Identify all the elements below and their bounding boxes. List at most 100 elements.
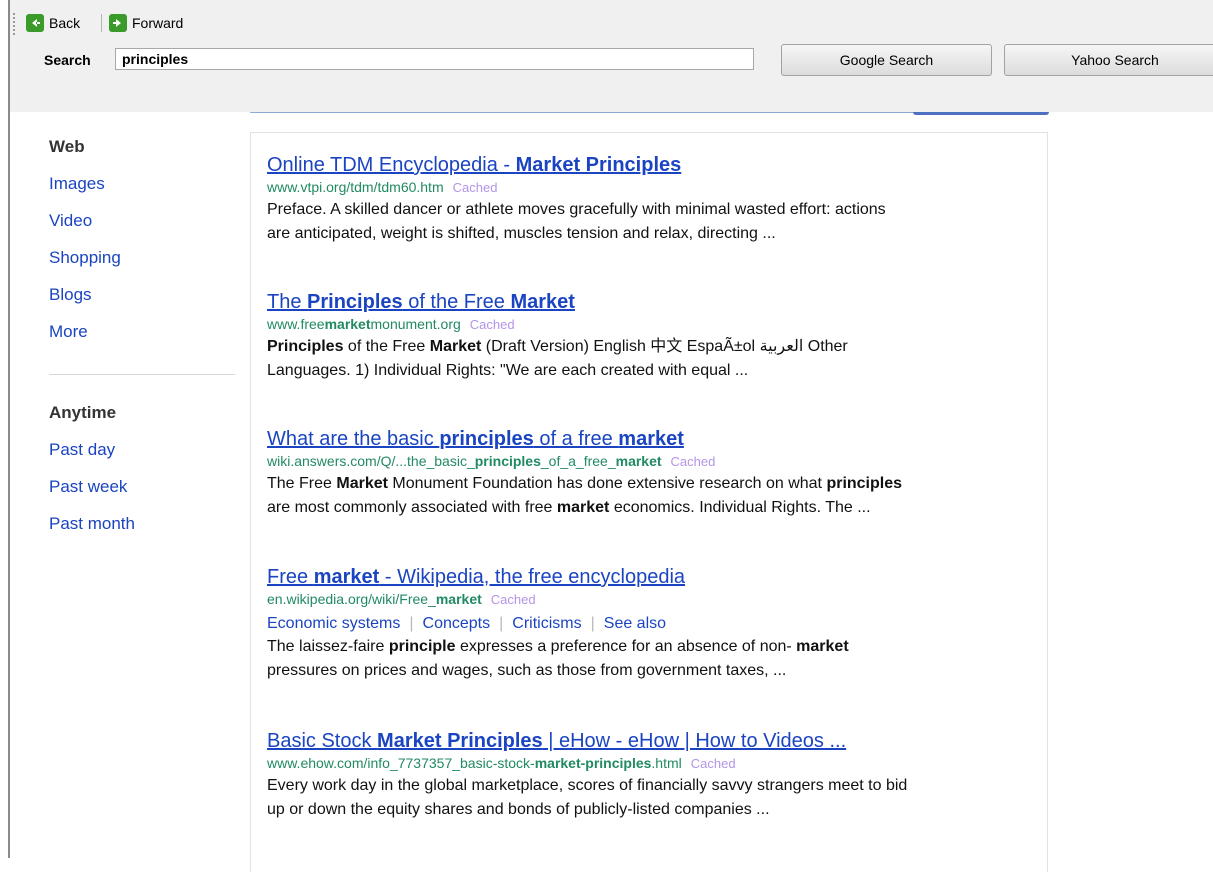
sidebar-item-past-month[interactable]: Past month (49, 514, 135, 534)
text-segment: (Draft Version) English 中文 EspaÃ±ol العر… (481, 338, 848, 355)
text-segment: en.wikipedia.org/wiki/Free_ (267, 591, 436, 607)
back-label: Back (49, 15, 81, 31)
result-url-text: en.wikipedia.org/wiki/Free_market (267, 591, 482, 607)
highlighted-term: Principles (307, 291, 403, 313)
highlighted-term: Market (336, 475, 388, 492)
sidebar-item-images[interactable]: Images (49, 174, 105, 194)
text-segment: expresses a preference for an absence of… (455, 638, 797, 655)
cached-link[interactable]: Cached (491, 592, 536, 607)
text-segment: The Free (267, 475, 337, 492)
yahoo-search-button[interactable]: Yahoo Search (1004, 44, 1213, 76)
highlighted-term: market (618, 428, 684, 450)
result-url-text: www.freemarketmonument.org (267, 316, 461, 332)
sitelink-see-also[interactable]: See also (604, 615, 666, 632)
search-results-page: Web Images Video Shopping Blogs More Any… (20, 112, 1213, 872)
sidebar-item-past-week[interactable]: Past week (49, 477, 127, 497)
sitelink-separator: | (409, 615, 414, 632)
google-search-button[interactable]: Google Search (781, 44, 992, 76)
sidebar-item-blogs[interactable]: Blogs (49, 285, 92, 305)
search-input[interactable] (115, 48, 754, 70)
result-url-text: www.ehow.com/info_7737357_basic-stock-ma… (267, 755, 682, 771)
text-segment: monument.org (370, 316, 461, 332)
text-segment: Basic Stock (267, 730, 378, 752)
result-snippet-line: The Free Market Monument Foundation has … (267, 473, 1047, 495)
highlighted-term: market (313, 566, 380, 588)
result-title[interactable]: Free market - Wikipedia, the free encycl… (267, 565, 1047, 589)
highlighted-term: principles (474, 453, 541, 469)
result-item: Basic Stock Market Principles | eHow - e… (267, 729, 1047, 821)
result-item: Online TDM Encyclopedia - Market Princip… (267, 153, 1047, 245)
search-button-edge[interactable] (913, 112, 1049, 115)
result-url-text: www.vtpi.org/tdm/tdm60.htm (267, 179, 444, 195)
sitelink-criticisms[interactable]: Criticisms (512, 615, 581, 632)
result-title[interactable]: What are the basic principles of a free … (267, 427, 1047, 451)
result-sitelinks: Economic systems | Concepts | Criticisms | See… (267, 614, 1047, 634)
result-snippet-line: up or down the equity shares and bonds o… (267, 799, 1047, 821)
sidebar-item-web[interactable]: Web (49, 137, 85, 157)
results-list: Online TDM Encyclopedia - Market Princip… (250, 132, 1048, 872)
browser-toolbar: Back Forward Search Google Search Yahoo … (10, 0, 1213, 112)
highlighted-term: market (435, 591, 482, 607)
cached-link[interactable]: Cached (691, 756, 736, 771)
text-segment: | eHow - eHow | How to Videos ... (542, 730, 847, 752)
highlighted-term: Market Principles (515, 154, 682, 176)
text-segment: www.vtpi.org/tdm/tdm60.htm (267, 179, 444, 195)
text-segment: _of_a_free_ (540, 453, 616, 469)
result-title[interactable]: Basic Stock Market Principles | eHow - e… (267, 729, 1047, 753)
text-segment: Languages. 1) Individual Rights: "We are… (267, 362, 749, 379)
text-segment: The (267, 291, 308, 313)
highlighted-term: market (556, 499, 610, 516)
highlighted-term: Principles (267, 338, 344, 355)
highlighted-term: principle (388, 638, 456, 655)
search-box-edge (250, 112, 930, 113)
sidebar-divider (49, 374, 235, 375)
result-item: Free market - Wikipedia, the free encycl… (267, 565, 1047, 682)
sidebar-item-more[interactable]: More (49, 322, 88, 342)
text-segment: Monument Foundation has done extensive r… (387, 475, 827, 492)
toolbar-grip[interactable] (13, 13, 15, 35)
cached-link[interactable]: Cached (671, 454, 716, 469)
sitelink-separator: | (499, 615, 504, 632)
result-title[interactable]: The Principles of the Free Market (267, 290, 1047, 314)
result-snippet-line: The laissez-faire principle expresses a … (267, 636, 1047, 658)
sidebar-item-past-day[interactable]: Past day (49, 440, 115, 460)
result-url: www.ehow.com/info_7737357_basic-stock-ma… (267, 754, 1047, 773)
text-segment: Every work day in the global marketplace… (267, 777, 908, 794)
result-snippet-line: are most commonly associated with free m… (267, 497, 1047, 519)
forward-button[interactable]: Forward (109, 12, 183, 34)
sidebar-item-video[interactable]: Video (49, 211, 92, 231)
text-segment: .html (651, 755, 682, 771)
text-segment: Free (267, 566, 314, 588)
result-snippet-line: Languages. 1) Individual Rights: "We are… (267, 360, 1047, 382)
sitelink-economic-systems[interactable]: Economic systems (267, 615, 400, 632)
highlighted-term: Market (429, 338, 482, 355)
cached-link[interactable]: Cached (470, 317, 515, 332)
result-snippet-line: pressures on prices and wages, such as t… (267, 660, 1047, 682)
text-segment: wiki.answers.com/Q/...the_basic_ (267, 453, 475, 469)
text-segment: Online TDM Encyclopedia - (267, 154, 516, 176)
highlighted-term: principles (826, 475, 903, 492)
highlighted-term: market (796, 638, 849, 655)
sitelink-concepts[interactable]: Concepts (423, 615, 491, 632)
highlighted-term: Market (510, 291, 575, 313)
forward-label: Forward (132, 15, 184, 31)
toolbar-separator (101, 14, 102, 32)
sidebar-item-anytime[interactable]: Anytime (49, 403, 116, 423)
sidebar-item-shopping[interactable]: Shopping (49, 248, 121, 268)
text-segment: of a free (533, 428, 619, 450)
result-snippet-line: Principles of the Free Market (Draft Ver… (267, 336, 1047, 358)
result-title[interactable]: Online TDM Encyclopedia - Market Princip… (267, 153, 1047, 177)
forward-arrow-icon (109, 14, 127, 32)
cached-link[interactable]: Cached (453, 180, 498, 195)
highlighted-term: market-principles (534, 755, 652, 771)
text-segment: of the Free (343, 338, 430, 355)
back-button[interactable]: Back (26, 12, 80, 34)
sitelink-separator: | (590, 615, 595, 632)
result-snippet-line: Preface. A skilled dancer or athlete mov… (267, 199, 1047, 221)
text-segment: pressures on prices and wages, such as t… (267, 662, 787, 679)
window-left-border (8, 0, 10, 858)
result-url: www.freemarketmonument.org Cached (267, 315, 1047, 334)
result-item: The Principles of the Free Market www.fr… (267, 290, 1047, 382)
result-url: www.vtpi.org/tdm/tdm60.htm Cached (267, 178, 1047, 197)
highlighted-term: principles (439, 428, 534, 450)
